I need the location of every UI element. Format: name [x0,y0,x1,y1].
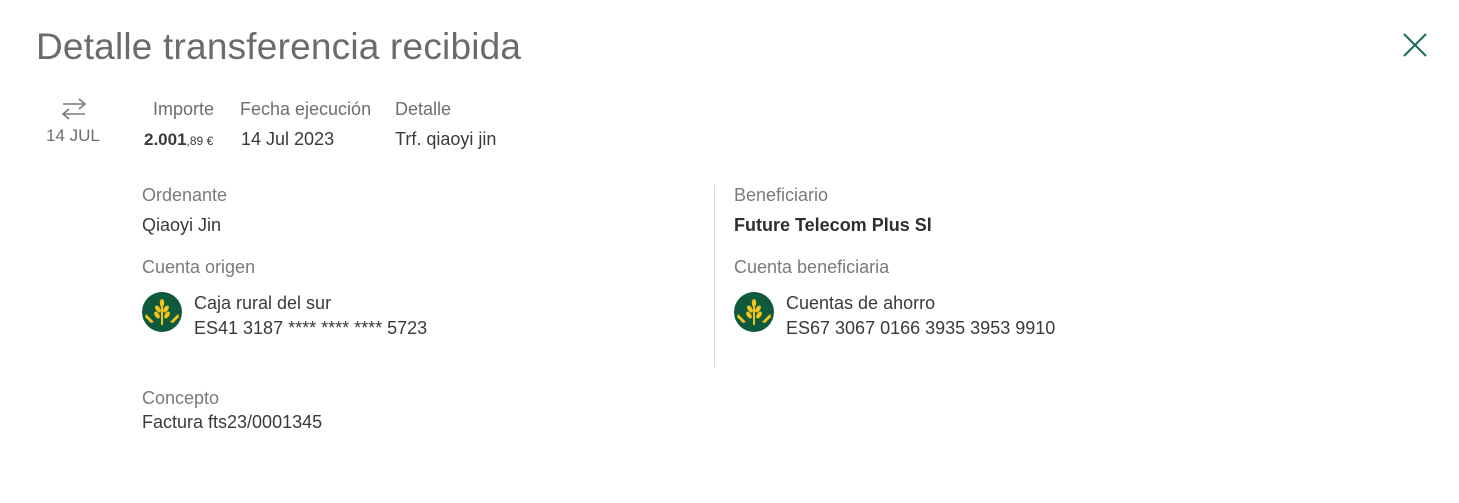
ordenante-label: Ordenante [142,185,228,205]
summary-date: 14 JUL [46,126,100,145]
detail-label: Detalle [395,99,452,119]
bank-logo-icon [734,292,774,332]
amount-decimal: ,89 € [186,134,214,148]
detail-value: Trf. qiaoyi jin [395,129,497,149]
ordenante-name: Qiaoyi Jin [142,215,222,235]
beneficiary-iban: ES67 3067 0166 3935 3953 9910 [786,318,1056,338]
execution-date-label: Fecha ejecución [240,99,372,119]
beneficiary-account-name: Cuentas de ahorro [786,293,936,313]
amount-label: Importe [153,99,215,119]
execution-date-value: 14 Jul 2023 [241,129,335,149]
amount-value: 2.001,89 € [144,129,213,150]
amount-integer: 2.001 [144,130,187,149]
column-divider [714,185,715,367]
origin-iban: ES41 3187 **** **** **** 5723 [194,318,428,338]
close-button[interactable] [1398,28,1432,62]
beneficiary-account-label: Cuenta beneficiaria [734,257,890,277]
beneficiario-label: Beneficiario [734,185,829,205]
bank-logo-icon [142,292,182,332]
beneficiario-name: Future Telecom Plus Sl [734,215,932,235]
concepto-label: Concepto [142,388,220,408]
origin-account-label: Cuenta origen [142,257,256,277]
concepto-value: Factura fts23/0001345 [142,412,323,432]
close-icon [1403,33,1427,57]
page-title: Detalle transferencia recibida [36,26,522,67]
transfer-arrows-icon [58,96,90,122]
origin-bank-name: Caja rural del sur [194,293,332,313]
